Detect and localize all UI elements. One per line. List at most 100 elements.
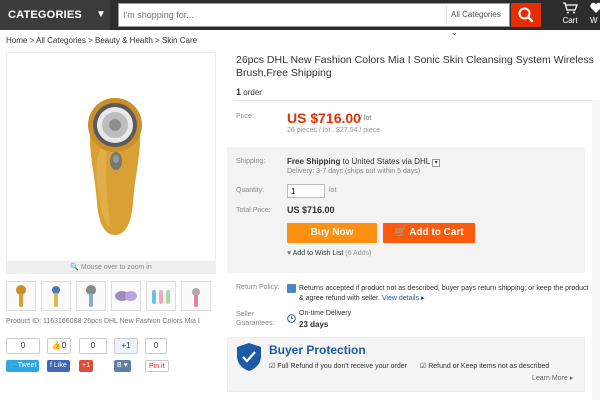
search-category-label: All Categories [451,10,501,19]
thumbnail-1[interactable] [6,281,36,311]
quantity-input[interactable] [287,184,325,198]
facebook-icon: f [50,362,52,369]
search-bar: All Categories ⌄ [118,3,510,37]
total-price-label: Total Price: [236,207,271,214]
shipping-line: Free Shipping to United States via DHL ▾ [287,157,441,167]
cleansing-brush-image [88,98,142,235]
tweet-label: Tweet [17,362,37,369]
thumbnail-5[interactable] [146,281,176,311]
product-title-line1: 26pcs DHL New Fashion Colors Mia I Sonic… [236,54,594,66]
wishlist-link[interactable]: W [590,2,600,28]
search-input[interactable] [123,6,433,24]
on-time-delivery: On-time Delivery [299,310,352,317]
plusone-count: 0 [79,338,107,354]
cart-link[interactable]: Cart [558,2,582,28]
zoom-hint: 🔍 Mouse over to zoom in [6,262,216,274]
facebook-like-button[interactable]: f Like [47,360,70,372]
add-to-cart-button[interactable]: 🛒 Add to Cart [383,223,475,243]
price-unit: / lot [360,115,372,122]
wishlist-label: Add to Wish List [292,250,344,257]
vk-button[interactable]: B ♥ [114,360,131,372]
wishlist-count: (6 Adds) [345,250,372,257]
breadcrumb-sep: > [29,36,35,45]
seller-guarantees-label: Seller Guarantees: [236,311,275,327]
protection-item-2-text: Refund or Keep items not as described [428,363,550,370]
main-product-image[interactable] [6,52,216,262]
shield-icon [236,342,262,377]
right-scrollbar[interactable] [592,100,600,400]
buyer-protection-title: Buyer Protection [269,343,366,357]
chevron-down-icon: ▼ [96,9,106,20]
like-label: Like [53,362,67,369]
thumb-brushes-icon [152,290,170,304]
breadcrumb-all-categories[interactable]: All Categories [36,36,86,45]
protection-item-refund-keep: ☑ Refund or Keep items not as described [420,362,549,370]
title-divider [234,100,600,101]
thumbnail-3[interactable] [76,281,106,311]
pin-label: Pin it [149,363,165,370]
free-shipping: Free Shipping [287,157,341,166]
breadcrumb: Home > All Categories > Beauty & Health … [6,36,197,45]
price-value: US $716.00 [287,110,361,126]
like-count-value: 0 [61,341,67,350]
pinterest-button[interactable]: Pin it [145,360,169,372]
check-icon: ☑ [420,363,427,370]
quantity-label: Quantity: [236,187,265,194]
clock-icon [287,310,296,328]
return-policy-body: Returns accepted if product not as descr… [299,285,589,302]
total-price-value: US $716.00 [287,205,335,215]
shipping-label: Shipping: [236,158,266,165]
breadcrumb-beauty-health[interactable]: Beauty & Health [95,36,153,45]
thumb-brush-icon [16,285,26,307]
thumb-brush-icon [192,288,200,307]
view-details-link[interactable]: View details [382,295,419,302]
breadcrumb-home[interactable]: Home [6,36,27,45]
check-icon: ☑ [269,363,276,370]
guarantee-days: 23 days [299,320,329,329]
return-policy-label: Return Policy: [236,284,280,291]
thumbnail-6[interactable] [181,281,211,311]
tweet-button[interactable]: 🐦Tweet [6,360,40,372]
tweet-count: 0 [6,338,40,354]
shipping-dropdown-icon[interactable]: ▾ [432,159,441,167]
twitter-icon: 🐦 [9,362,18,369]
return-policy-icon [287,284,296,293]
add-to-cart-label: Add to Cart [409,227,464,238]
search-button[interactable] [511,3,541,27]
breadcrumb-skin-care[interactable]: Skin Care [162,36,197,45]
thumb-brushes-icon [115,291,137,301]
search-category-select[interactable]: All Categories ⌄ [446,6,508,37]
thumbnail-2[interactable] [41,281,71,311]
gplus-label: +1 [82,362,90,369]
thumbnail-4[interactable] [111,281,141,311]
cart-label: Cart [562,16,578,25]
quantity-unit: lot [329,187,337,194]
categories-label: CATEGORIES [8,9,82,21]
heart-icon: ♥ [287,250,292,257]
breadcrumb-sep: > [88,36,93,45]
product-id: Product ID: 1163166088 26pcs DHL New Fas… [6,318,200,325]
search-icon [518,7,534,23]
thumb-brush-icon [52,286,60,307]
order-count-value: 1 [236,87,242,97]
google-plus-button[interactable]: +1 [79,360,93,372]
cart-icon: 🛒 [394,227,407,238]
add-to-wishlist-link[interactable]: ♥ Add to Wish List (6 Adds) [287,250,371,257]
price-per-piece: 26 pieces / lot , $27.54 / piece [287,127,381,134]
price-label: Price: [236,113,254,120]
vk-label: B [117,362,122,369]
thumb-brush-icon [86,285,96,307]
like-count: 👍0 [47,338,71,354]
return-policy-text: Returns accepted if product not as descr… [299,285,589,302]
vk-count: 0 [145,338,167,354]
categories-button[interactable]: CATEGORIES [0,0,110,30]
protection-item-1-text: Full Refund if you don't receive your or… [277,363,407,370]
protection-item-full-refund: ☑ Full Refund if you don't receive your … [269,362,407,370]
delivery-time: Delivery: 3-7 days (ships out within 5 d… [287,168,421,175]
buy-now-button[interactable]: Buy Now [287,223,377,243]
plus-label: +1 [114,338,138,354]
heart-icon [590,2,600,13]
zoom-hint-text: Mouse over to zoom in [80,264,152,271]
breadcrumb-sep: > [155,36,160,45]
learn-more-link[interactable]: Learn More ▸ [532,374,573,382]
